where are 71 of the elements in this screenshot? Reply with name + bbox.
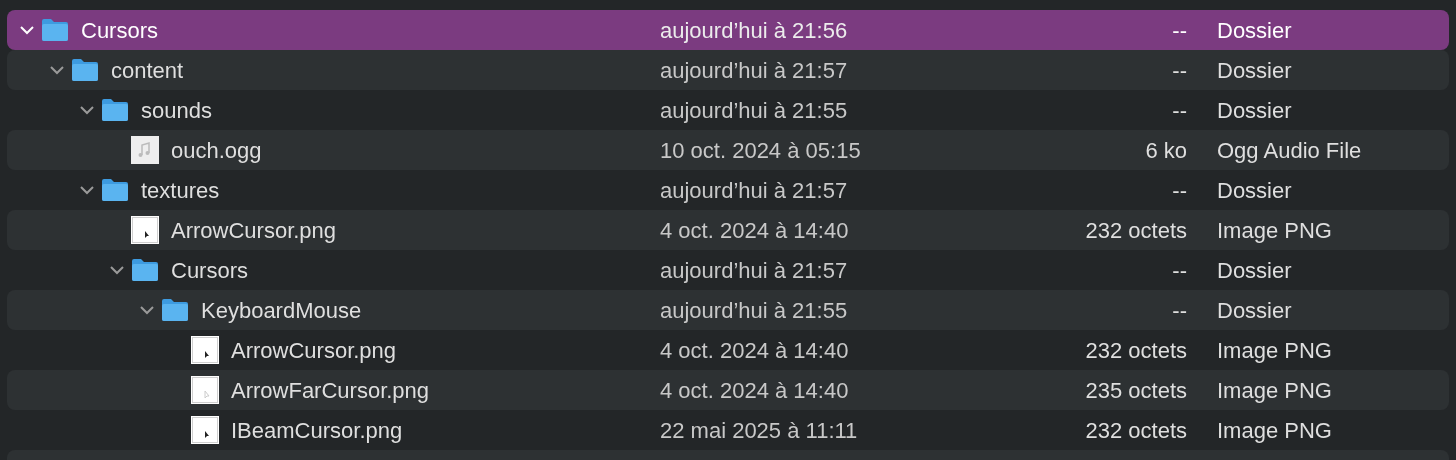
folder-icon	[101, 178, 129, 202]
file-name: Cursors	[81, 16, 158, 45]
file-kind: Dossier	[1217, 176, 1292, 205]
file-size: 6 ko	[1144, 136, 1187, 165]
file-kind: Image PNG	[1217, 216, 1332, 245]
file-name: ArrowFarCursor.png	[231, 376, 430, 405]
file-kind: Dossier	[1217, 16, 1292, 45]
file-row[interactable]: ArrowFarCursor.png 4 oct. 2024 à 14:40 235 octets Image PNG	[7, 370, 1449, 410]
chevron-icon[interactable]	[79, 105, 95, 115]
chevron-icon[interactable]	[109, 265, 125, 275]
folder-icon	[101, 98, 129, 122]
file-size: --	[1171, 256, 1187, 285]
file-name: KeyboardMouse	[201, 296, 362, 325]
file-kind: Image PNG	[1217, 376, 1332, 405]
date-modified: aujourd’hui à 21:57	[660, 256, 849, 285]
music-file-icon	[131, 136, 159, 164]
file-row[interactable]: content aujourd’hui à 21:57 -- Dossier	[7, 50, 1449, 90]
file-size: 232 octets	[1084, 416, 1187, 445]
file-kind: Image PNG	[1217, 416, 1332, 445]
file-kind: Dossier	[1217, 256, 1292, 285]
file-row[interactable]: ouch.ogg 10 oct. 2024 à 05:15 6 ko Ogg Audio File	[7, 130, 1449, 170]
file-size: 232 octets	[1084, 216, 1187, 245]
file-row[interactable]: ArrowCursor.png 4 oct. 2024 à 14:40 232 octets Image PNG	[7, 330, 1449, 370]
cursor-image-icon	[131, 216, 159, 244]
file-name: textures	[141, 176, 220, 205]
file-size: 235 octets	[1084, 376, 1187, 405]
folder-icon	[41, 18, 69, 42]
file-row[interactable]: Cursors aujourd’hui à 21:56 -- Dossier	[7, 10, 1449, 50]
file-size: --	[1171, 176, 1187, 205]
file-name: IBeamCursor.png	[231, 416, 403, 445]
file-size: --	[1171, 96, 1187, 125]
file-row[interactable]: sounds aujourd’hui à 21:55 -- Dossier	[7, 90, 1449, 130]
file-row[interactable]: KeyboardMouse aujourd’hui à 21:55 -- Dossier	[7, 290, 1449, 330]
file-size: 232 octets	[1084, 336, 1187, 365]
file-name: Cursors	[171, 256, 248, 285]
chevron-icon[interactable]	[79, 185, 95, 195]
file-name: sounds	[141, 96, 212, 125]
date-modified: aujourd’hui à 21:57	[660, 56, 849, 85]
file-name: content	[111, 56, 184, 85]
file-kind: Dossier	[1217, 96, 1292, 125]
file-row[interactable]: textures aujourd’hui à 21:57 -- Dossier	[7, 170, 1449, 210]
chevron-icon[interactable]	[139, 305, 155, 315]
date-modified: aujourd’hui à 21:57	[660, 176, 849, 205]
date-modified: aujourd’hui à 21:55	[660, 296, 849, 325]
cursor-image-icon	[191, 416, 219, 444]
file-kind: Dossier	[1217, 296, 1292, 325]
file-name: ArrowCursor.png	[171, 216, 337, 245]
file-kind: Dossier	[1217, 56, 1292, 85]
chevron-icon[interactable]	[49, 65, 65, 75]
date-modified: aujourd’hui à 21:56	[660, 16, 849, 45]
date-modified: aujourd’hui à 21:55	[660, 96, 849, 125]
file-kind: Ogg Audio File	[1217, 136, 1362, 165]
date-modified: 4 oct. 2024 à 14:40	[660, 336, 850, 365]
file-size: --	[1171, 296, 1187, 325]
folder-icon	[161, 298, 189, 322]
file-row[interactable]: ArrowCursor.png 4 oct. 2024 à 14:40 232 octets Image PNG	[7, 210, 1449, 250]
file-row[interactable]: IBeamCursor.png 22 mai 2025 à 11:11 232 octets Image PNG	[7, 410, 1449, 450]
date-modified: 10 oct. 2024 à 05:15	[660, 136, 862, 165]
file-name: ouch.ogg	[171, 136, 262, 165]
folder-icon	[71, 58, 99, 82]
cursor-image-icon	[191, 376, 219, 404]
file-size: --	[1171, 16, 1187, 45]
date-modified: 4 oct. 2024 à 14:40	[660, 376, 850, 405]
file-kind: Image PNG	[1217, 336, 1332, 365]
file-name: ArrowCursor.png	[231, 336, 397, 365]
file-row[interactable]: Cursors aujourd’hui à 21:57 -- Dossier	[7, 250, 1449, 290]
date-modified: 22 mai 2025 à 11:11	[660, 416, 859, 445]
folder-icon	[131, 258, 159, 282]
date-modified: 4 oct. 2024 à 14:40	[660, 216, 850, 245]
cursor-image-icon	[191, 336, 219, 364]
file-size: --	[1171, 56, 1187, 85]
